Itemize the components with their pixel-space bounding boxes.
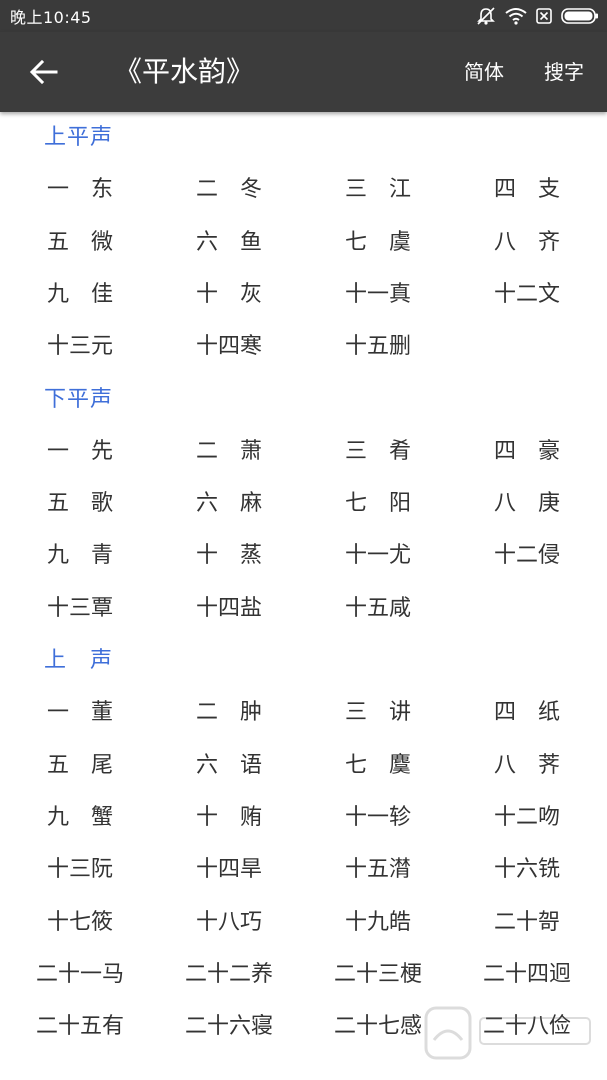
rhyme-item[interactable]: 七 麌 — [303, 740, 453, 792]
status-bar: 晚上10:45 — [0, 0, 607, 32]
rhyme-item[interactable]: 十五删 — [303, 321, 453, 373]
rhyme-item[interactable]: 八 荠 — [452, 740, 602, 792]
rhyme-item[interactable]: 九 青 — [5, 530, 155, 582]
rhyme-item[interactable]: 三 肴 — [303, 426, 453, 478]
rhyme-item[interactable]: 七 阳 — [303, 478, 453, 530]
sim-card-icon — [535, 7, 553, 25]
rhyme-item[interactable]: 一 东 — [5, 164, 155, 216]
rhyme-item[interactable]: 十一真 — [303, 269, 453, 321]
rhyme-item[interactable]: 十一尤 — [303, 530, 453, 582]
app-bar: 《平水韵》 简体 搜字 — [0, 32, 607, 112]
rhyme-item[interactable]: 十二文 — [452, 269, 602, 321]
page-title: 《平水韵》 — [114, 55, 255, 88]
status-time: 晚上10:45 — [10, 8, 92, 27]
rhyme-item[interactable]: 九 蟹 — [5, 792, 155, 844]
rhyme-item[interactable]: 二 肿 — [154, 687, 304, 739]
rhyme-item[interactable]: 六 语 — [154, 740, 304, 792]
rhyme-item[interactable]: 十一轸 — [303, 792, 453, 844]
rhyme-item[interactable]: 十二吻 — [452, 792, 602, 844]
rhyme-item[interactable]: 九 佳 — [5, 269, 155, 321]
rhyme-item[interactable]: 二十一马 — [5, 949, 155, 1001]
rhyme-item[interactable]: 三 讲 — [303, 687, 453, 739]
rhyme-item[interactable]: 十七筱 — [5, 897, 155, 949]
rhyme-item[interactable]: 十三覃 — [5, 583, 155, 635]
rhyme-item[interactable]: 二十八俭 — [452, 1001, 602, 1053]
rhyme-item[interactable]: 十五咸 — [303, 583, 453, 635]
rhyme-item[interactable]: 四 支 — [452, 164, 602, 216]
search-char-button[interactable]: 搜字 — [544, 32, 584, 112]
rhyme-item[interactable]: 七 虞 — [303, 217, 453, 269]
rhyme-item[interactable]: 十四寒 — [154, 321, 304, 373]
rhyme-item[interactable]: 四 纸 — [452, 687, 602, 739]
rhyme-item[interactable]: 十 灰 — [154, 269, 304, 321]
rhyme-item[interactable]: 一 先 — [5, 426, 155, 478]
section-title: 下平声 — [44, 386, 114, 412]
rhyme-item[interactable]: 六 鱼 — [154, 217, 304, 269]
section-title: 上平声 — [44, 125, 114, 150]
notification-muted-icon — [475, 6, 497, 26]
rhyme-item[interactable]: 二十五有 — [5, 1001, 155, 1053]
rhyme-item[interactable]: 十四盐 — [154, 583, 304, 635]
rhyme-item[interactable]: 五 歌 — [5, 478, 155, 530]
rhyme-item[interactable]: 一 董 — [5, 687, 155, 739]
rhyme-item[interactable]: 十四旱 — [154, 844, 304, 896]
rhyme-item[interactable]: 五 尾 — [5, 740, 155, 792]
rhyme-item[interactable]: 三 江 — [303, 164, 453, 216]
rhyme-item[interactable]: 六 麻 — [154, 478, 304, 530]
rhyme-item[interactable]: 十九皓 — [303, 897, 453, 949]
rhyme-item[interactable]: 八 齐 — [452, 217, 602, 269]
arrow-left-icon — [29, 59, 58, 85]
rhyme-item[interactable]: 二十六寝 — [154, 1001, 304, 1053]
rhyme-item[interactable]: 十六铣 — [452, 844, 602, 896]
rhyme-item[interactable]: 二十七感 — [303, 1001, 453, 1053]
rhyme-item[interactable]: 十八巧 — [154, 897, 304, 949]
rhyme-item[interactable]: 十 贿 — [154, 792, 304, 844]
back-button[interactable] — [22, 50, 66, 94]
rhyme-item[interactable]: 十 蒸 — [154, 530, 304, 582]
rhyme-item[interactable]: 二 冬 — [154, 164, 304, 216]
rhyme-item[interactable]: 十三元 — [5, 321, 155, 373]
rhyme-item[interactable]: 十三阮 — [5, 844, 155, 896]
wifi-icon — [505, 7, 527, 25]
rhyme-item[interactable]: 二 萧 — [154, 426, 304, 478]
rhyme-item[interactable]: 二十四迥 — [452, 949, 602, 1001]
rhyme-item[interactable]: 二十二养 — [154, 949, 304, 1001]
section-title: 上 声 — [44, 648, 114, 673]
simplified-button[interactable]: 简体 — [464, 32, 504, 112]
status-icons — [475, 6, 599, 26]
battery-icon — [561, 7, 599, 25]
rhyme-item[interactable]: 二十哿 — [452, 897, 602, 949]
rhyme-item[interactable]: 二十三梗 — [303, 949, 453, 1001]
rhyme-item[interactable]: 十二侵 — [452, 530, 602, 582]
rhyme-item[interactable]: 八 庚 — [452, 478, 602, 530]
rhyme-item[interactable]: 五 微 — [5, 217, 155, 269]
rhyme-item[interactable]: 十五潸 — [303, 844, 453, 896]
rhyme-item[interactable]: 四 豪 — [452, 426, 602, 478]
